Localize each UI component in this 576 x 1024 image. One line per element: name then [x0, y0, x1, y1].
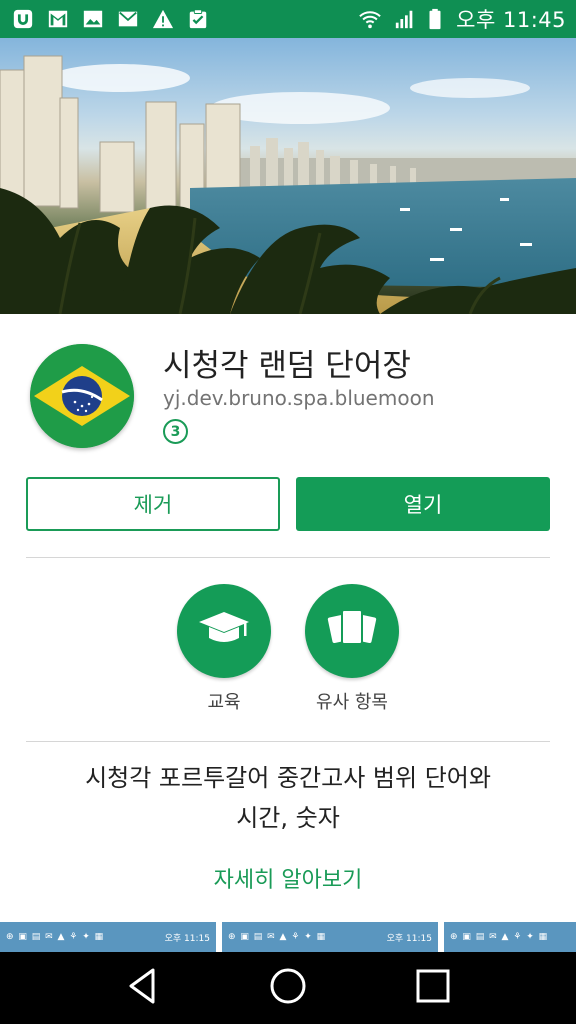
- uplus-icon: [10, 7, 36, 31]
- home-button[interactable]: [258, 958, 318, 1018]
- screenshot-time: 오후 11:15: [164, 933, 210, 944]
- status-time: 오후 11:45: [456, 8, 566, 32]
- mini-status-icons: ⊕ ▣ ▤ ✉ ▲ ⚘ ✦ ▦: [450, 932, 549, 942]
- gmail-icon: [45, 7, 71, 31]
- graduation-cap-icon: [197, 602, 251, 660]
- screenshot-thumbnail[interactable]: ⊕ ▣ ▤ ✉ ▲ ⚘ ✦ ▦ 오후 11:15: [222, 922, 438, 952]
- screenshot-time: 오후 11:15: [386, 933, 432, 944]
- status-bar: 오후 11:45: [0, 0, 576, 38]
- chip-circle[interactable]: [305, 584, 399, 678]
- divider: [26, 557, 550, 558]
- back-button[interactable]: [113, 958, 173, 1018]
- chip-label: 교육: [207, 692, 241, 713]
- home-icon: [266, 964, 310, 1012]
- description-line: 시청각 포르투갈어 중간고사 범위 단어와: [85, 764, 491, 792]
- app-title: 시청각 랜덤 단어장: [163, 348, 411, 384]
- screenshot-strip[interactable]: ⊕ ▣ ▤ ✉ ▲ ⚘ ✦ ▦ 오후 11:15 ⊕ ▣ ▤ ✉ ▲ ⚘ ✦ ▦…: [0, 922, 576, 952]
- screenshot-thumbnail[interactable]: ⊕ ▣ ▤ ✉ ▲ ⚘ ✦ ▦ 오후 11:15: [0, 922, 216, 952]
- clipboard-check-icon: [185, 7, 211, 31]
- recents-icon: [411, 964, 455, 1012]
- app-header: 시청각 랜덤 단어장 yj.dev.bruno.spa.bluemoon 3: [0, 314, 576, 464]
- app-description: 시청각 포르투갈어 중간고사 범위 단어와 시간, 숫자: [0, 758, 576, 838]
- navigation-bar: [0, 952, 576, 1024]
- content-rating-badge: 3: [163, 419, 188, 444]
- mini-status-icons: ⊕ ▣ ▤ ✉ ▲ ⚘ ✦ ▦: [6, 932, 105, 942]
- uninstall-button[interactable]: 제거: [26, 477, 280, 531]
- beach-city-image: [0, 55, 576, 314]
- category-chip-education[interactable]: 교육: [164, 584, 284, 714]
- category-chip-similar[interactable]: 유사 항목: [292, 584, 412, 714]
- image-icon: [80, 7, 106, 31]
- wifi-icon: [357, 7, 383, 31]
- chip-circle[interactable]: [177, 584, 271, 678]
- description-line: 시간, 숫자: [236, 804, 340, 832]
- screenshot-thumbnail[interactable]: ⊕ ▣ ▤ ✉ ▲ ⚘ ✦ ▦: [444, 922, 576, 952]
- warning-icon: [150, 7, 176, 31]
- notification-icons: [10, 7, 211, 31]
- read-more-link[interactable]: 자세히 알아보기: [0, 862, 576, 894]
- system-icons: 오후 11:45: [357, 4, 566, 34]
- back-icon: [121, 964, 165, 1012]
- open-button[interactable]: 열기: [296, 477, 550, 531]
- divider: [26, 741, 550, 742]
- brazil-flag-icon[interactable]: [30, 344, 134, 448]
- battery-icon: [427, 7, 443, 31]
- mini-status-icons: ⊕ ▣ ▤ ✉ ▲ ⚘ ✦ ▦: [228, 932, 327, 942]
- mail-icon: [115, 7, 141, 31]
- signal-icon: [392, 7, 418, 31]
- chip-label: 유사 항목: [316, 692, 388, 713]
- screen: 오후 11:45 시청각 랜덤 단어장 yj.dev.bruno.spa.blu…: [0, 0, 576, 1024]
- similar-cards-icon: [325, 602, 379, 660]
- app-package-name: yj.dev.bruno.spa.bluemoon: [163, 386, 435, 410]
- recents-button[interactable]: [403, 958, 463, 1018]
- hero-banner: [0, 38, 576, 314]
